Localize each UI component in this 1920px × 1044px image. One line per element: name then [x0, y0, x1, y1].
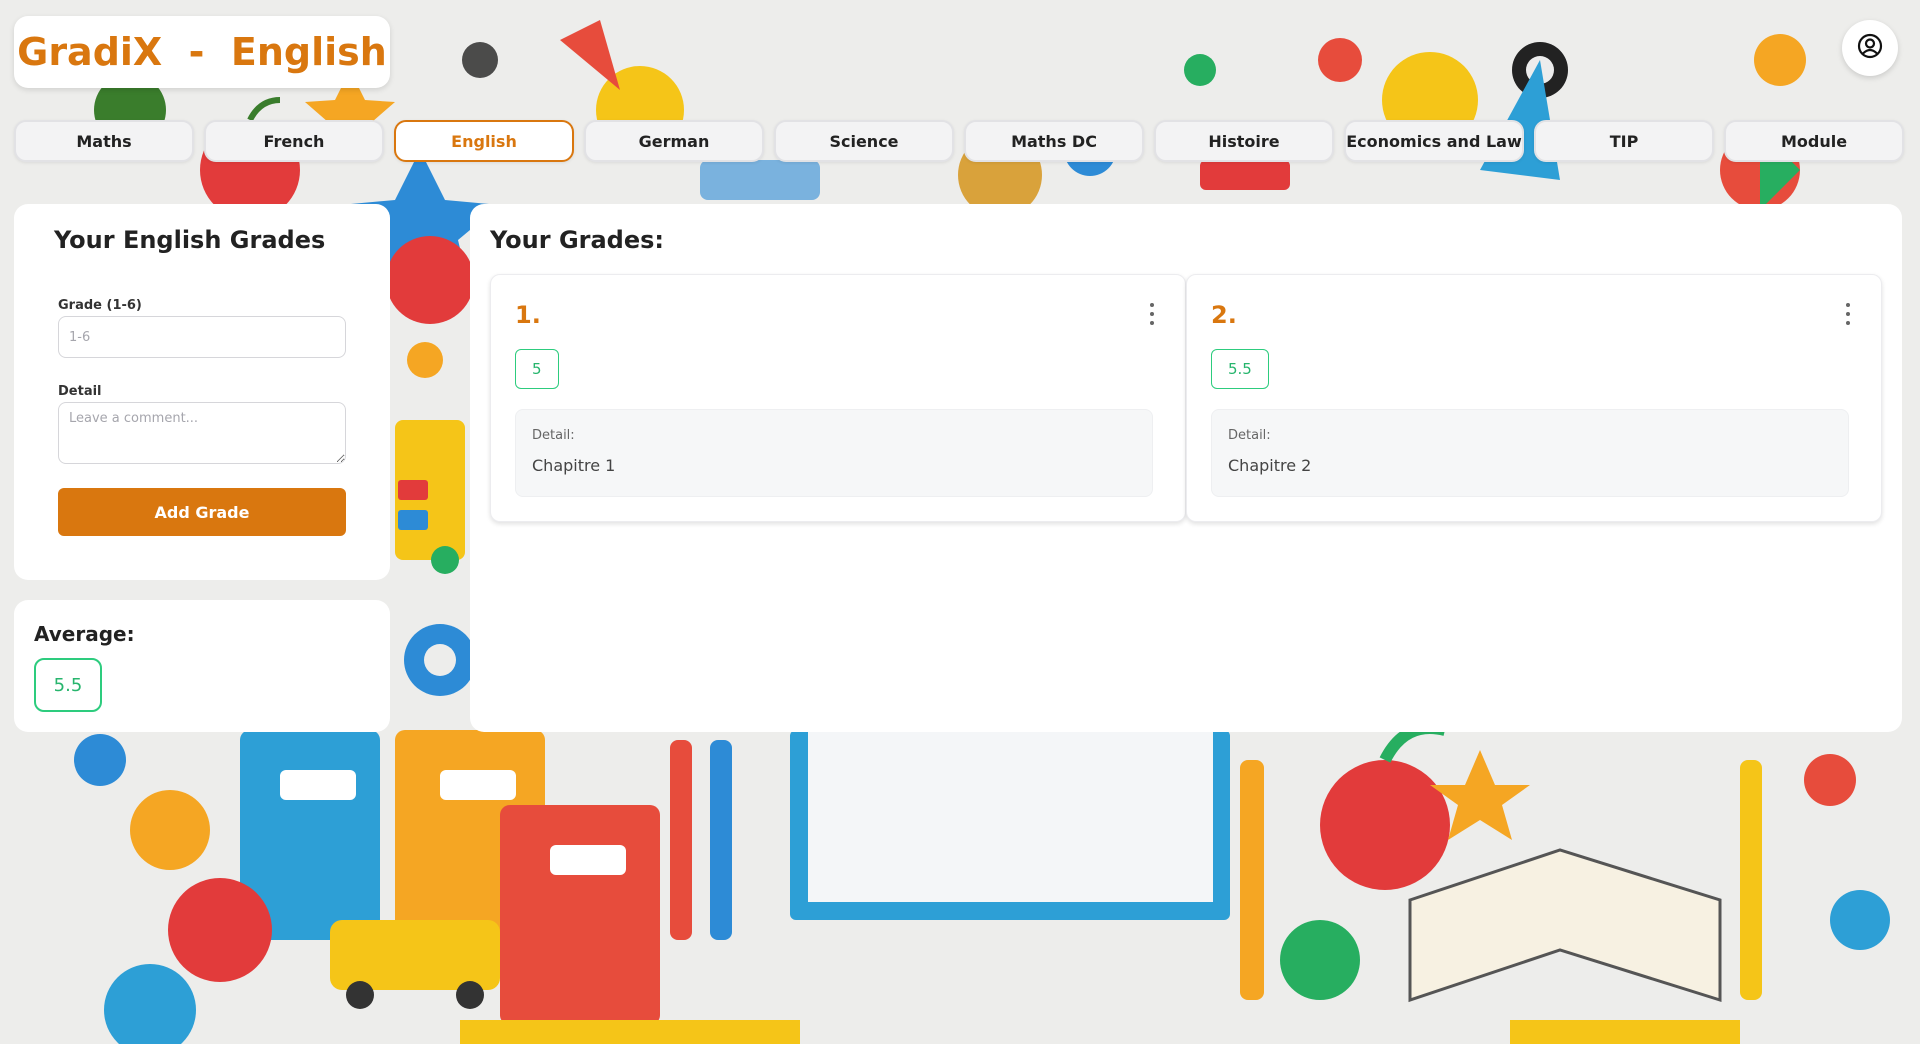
- grade-number: 2.: [1211, 301, 1237, 329]
- grade-detail-box: Detail: Chapitre 1: [515, 409, 1153, 497]
- tab-german[interactable]: German: [584, 120, 764, 162]
- grade-input[interactable]: [58, 316, 346, 358]
- more-vertical-icon[interactable]: [1149, 303, 1155, 325]
- profile-button[interactable]: [1842, 20, 1898, 76]
- tab-science[interactable]: Science: [774, 120, 954, 162]
- tab-english[interactable]: English: [394, 120, 574, 162]
- detail-label: Detail: [58, 384, 102, 399]
- tab-economics-and-law[interactable]: Economics and Law: [1344, 120, 1524, 162]
- grade-detail-label: Detail:: [532, 428, 575, 443]
- grade-label: Grade (1-6): [58, 298, 142, 313]
- grade-card: 2. 5.5 Detail: Chapitre 2: [1186, 274, 1882, 522]
- subject-tabs: Maths French English German Science Math…: [14, 120, 1904, 162]
- grade-detail-text: Chapitre 1: [532, 456, 616, 475]
- add-grade-form: Your English Grades Grade (1-6) Detail A…: [14, 204, 390, 580]
- tab-histoire[interactable]: Histoire: [1154, 120, 1334, 162]
- grade-detail-text: Chapitre 2: [1228, 456, 1312, 475]
- add-grade-button[interactable]: Add Grade: [58, 488, 346, 536]
- grade-detail-box: Detail: Chapitre 2: [1211, 409, 1849, 497]
- tab-french[interactable]: French: [204, 120, 384, 162]
- average-card: Average: 5.5: [14, 600, 390, 732]
- tab-maths-dc[interactable]: Maths DC: [964, 120, 1144, 162]
- grade-number: 1.: [515, 301, 541, 329]
- app-title: GradiX - English: [14, 16, 390, 88]
- detail-textarea[interactable]: [58, 402, 346, 464]
- grade-value-badge: 5: [515, 349, 559, 389]
- grade-value-badge: 5.5: [1211, 349, 1269, 389]
- grades-panel: Your Grades: 1. 5 Detail: Chapitre 1 2. …: [470, 204, 1902, 732]
- grade-detail-label: Detail:: [1228, 428, 1271, 443]
- average-label: Average:: [34, 622, 135, 646]
- user-circle-icon: [1857, 33, 1883, 63]
- grades-title: Your Grades:: [490, 226, 665, 254]
- form-title: Your English Grades: [54, 226, 326, 254]
- tab-maths[interactable]: Maths: [14, 120, 194, 162]
- tab-tip[interactable]: TIP: [1534, 120, 1714, 162]
- tab-module[interactable]: Module: [1724, 120, 1904, 162]
- grade-card: 1. 5 Detail: Chapitre 1: [490, 274, 1186, 522]
- average-value-badge: 5.5: [34, 658, 102, 712]
- more-vertical-icon[interactable]: [1845, 303, 1851, 325]
